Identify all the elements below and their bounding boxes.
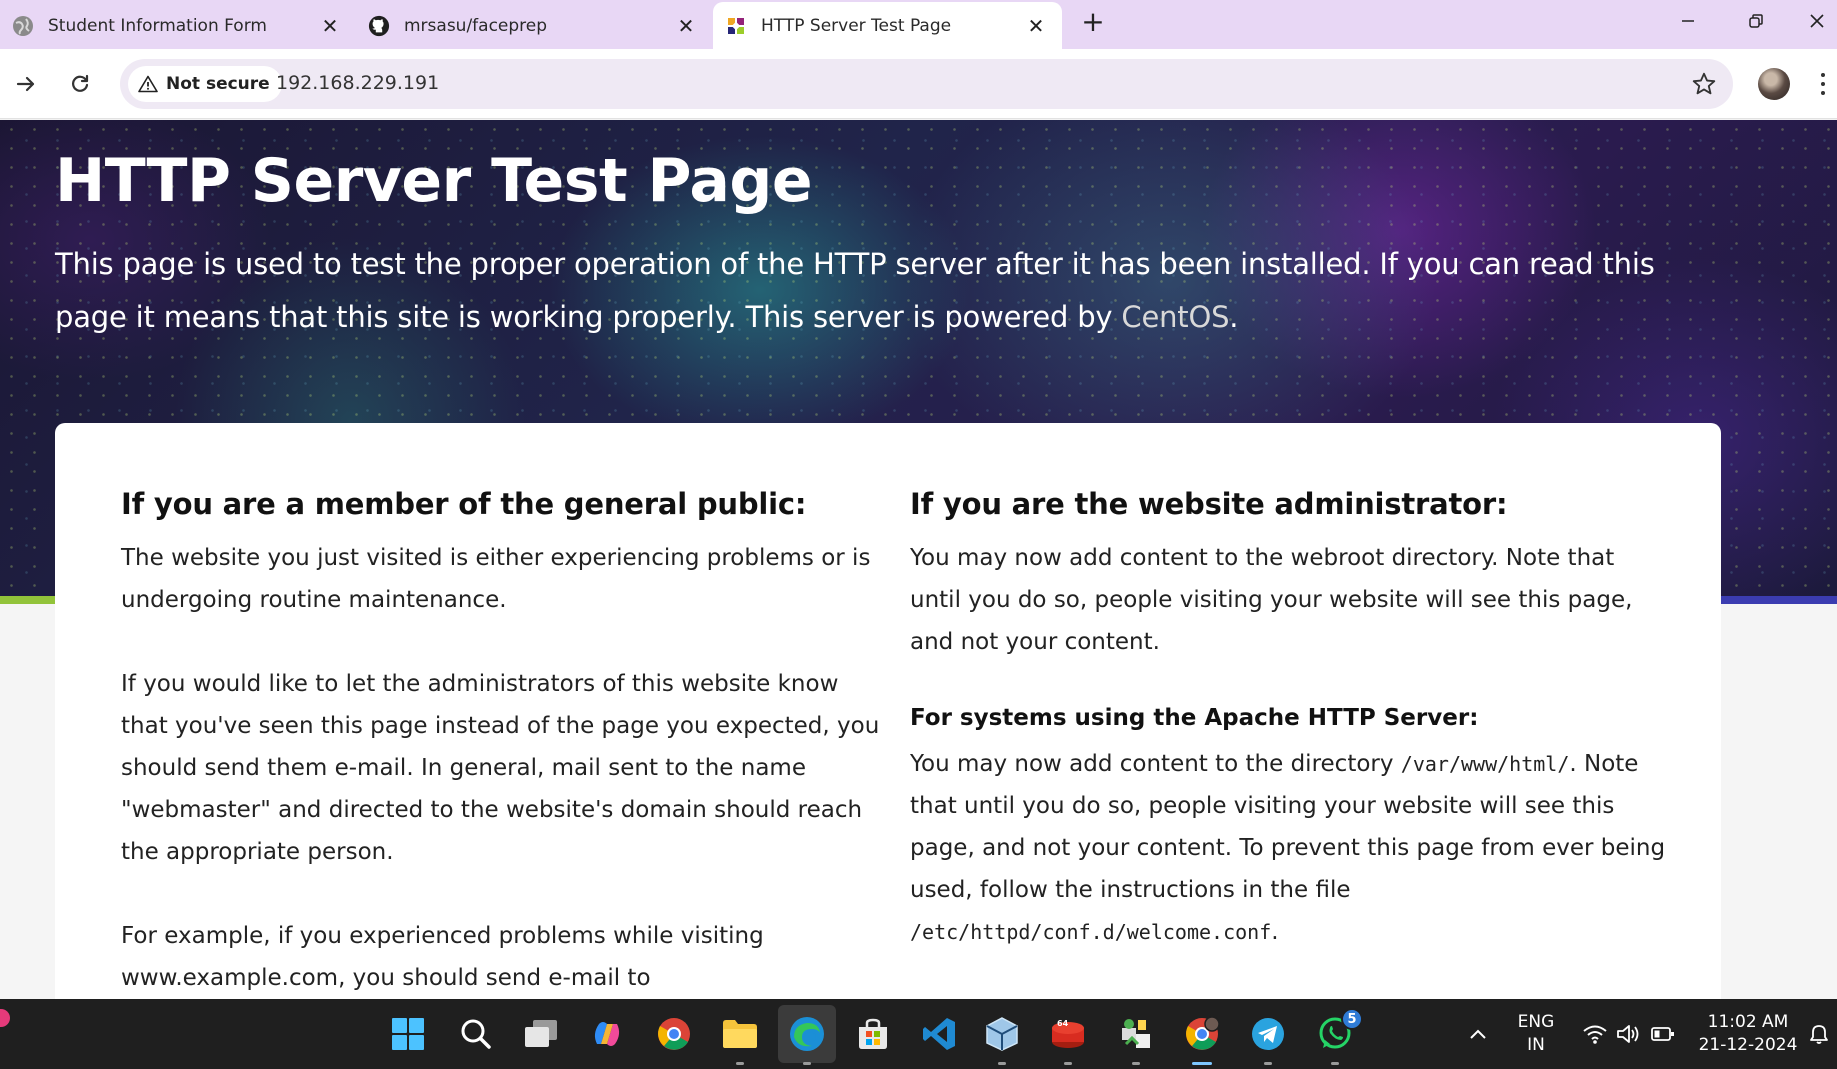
forward-button[interactable] bbox=[8, 66, 44, 102]
virtualbox-icon[interactable] bbox=[980, 1012, 1024, 1065]
paragraph: The website you just visited is either e… bbox=[121, 545, 871, 613]
browser-menu-icon[interactable] bbox=[1816, 69, 1830, 99]
code-path: /etc/httpd/conf.d/welcome.conf bbox=[910, 920, 1272, 944]
telegram-icon[interactable] bbox=[1246, 1012, 1290, 1065]
url-text[interactable]: 192.168.229.191 bbox=[276, 72, 439, 94]
minimize-button[interactable] bbox=[1660, 0, 1716, 42]
paragraph: You may now add content to the webroot d… bbox=[910, 545, 1633, 655]
profile-avatar[interactable] bbox=[1758, 68, 1790, 100]
windows-taskbar: 64 5 ENG IN 11:02 AM 21-12-2024 bbox=[0, 999, 1837, 1069]
clock-time: 11:02 AM bbox=[1707, 1012, 1789, 1032]
restore-icon bbox=[1749, 14, 1763, 28]
bookmark-star-icon[interactable] bbox=[1691, 71, 1717, 97]
address-bar[interactable]: Not secure 192.168.229.191 bbox=[120, 59, 1733, 109]
content-card: If you are a member of the general publi… bbox=[55, 423, 1721, 999]
globe-icon bbox=[12, 15, 34, 37]
close-window-button[interactable] bbox=[1796, 0, 1837, 42]
new-tab-button[interactable]: + bbox=[1078, 8, 1108, 38]
running-indicator bbox=[736, 1062, 744, 1065]
admin-section: If you are the website administrator: Yo… bbox=[910, 487, 1670, 995]
tab-student-information-form[interactable]: Student Information Form ✕ bbox=[0, 2, 356, 49]
lead-end: . bbox=[1229, 300, 1239, 334]
tab-title: mrsasu/faceprep bbox=[404, 15, 548, 36]
battery-icon[interactable] bbox=[1646, 1012, 1680, 1056]
centos-link[interactable]: CentOS bbox=[1121, 300, 1229, 334]
centos-icon bbox=[725, 15, 747, 37]
restore-button[interactable] bbox=[1728, 0, 1784, 42]
minimize-icon bbox=[1682, 20, 1694, 22]
copilot-icon[interactable] bbox=[585, 1012, 629, 1056]
notification-badge: 5 bbox=[1341, 1008, 1363, 1030]
region-code: IN bbox=[1527, 1035, 1545, 1055]
language-code: ENG bbox=[1517, 1012, 1555, 1032]
running-indicator bbox=[1331, 1062, 1339, 1065]
close-icon bbox=[1809, 14, 1824, 28]
warning-icon bbox=[138, 75, 158, 93]
lead-text: This page is used to test the proper ope… bbox=[55, 247, 1655, 334]
redis-icon[interactable]: 64 bbox=[1046, 1012, 1090, 1065]
tab-title: HTTP Server Test Page bbox=[761, 15, 952, 36]
wifi-icon[interactable] bbox=[1578, 1012, 1612, 1056]
page-title: HTTP Server Test Page bbox=[55, 146, 813, 216]
code-path: /var/www/html/ bbox=[1400, 752, 1570, 776]
running-indicator bbox=[1192, 1062, 1212, 1065]
public-section: If you are a member of the general publi… bbox=[121, 487, 881, 999]
tab-strip: Student Information Form ✕ mrsasu/facepr… bbox=[0, 0, 1837, 49]
page-lead: This page is used to test the proper ope… bbox=[55, 238, 1715, 344]
browser-toolbar: Not secure 192.168.229.191 bbox=[0, 49, 1837, 119]
file-explorer-icon[interactable] bbox=[718, 1012, 762, 1065]
notification-center-icon[interactable] bbox=[1802, 1012, 1836, 1056]
text-segment: . bbox=[1271, 919, 1279, 945]
chrome-icon[interactable] bbox=[652, 1012, 696, 1056]
whatsapp-icon[interactable]: 5 bbox=[1313, 1008, 1363, 1065]
language-indicator[interactable]: ENG IN bbox=[1508, 1011, 1564, 1057]
running-indicator bbox=[1064, 1062, 1072, 1065]
section-heading: If you are the website administrator: bbox=[910, 487, 1508, 521]
network-app-icon[interactable] bbox=[1114, 1012, 1158, 1065]
chevron-up-icon[interactable] bbox=[1458, 1012, 1498, 1056]
running-indicator bbox=[803, 1062, 811, 1065]
hero-accent-stripe bbox=[1720, 596, 1837, 604]
tab-http-server-test-page[interactable]: HTTP Server Test Page ✕ bbox=[713, 2, 1062, 49]
start-icon[interactable] bbox=[386, 1012, 430, 1056]
paragraph: If you would like to let the administrat… bbox=[121, 671, 880, 865]
subsection-heading: For systems using the Apache HTTP Server… bbox=[910, 705, 1479, 731]
arrow-right-icon bbox=[16, 76, 35, 92]
widgets-notification-icon[interactable] bbox=[0, 1009, 10, 1027]
paragraph: You may now add content to the directory… bbox=[910, 743, 1670, 953]
search-icon[interactable] bbox=[454, 1012, 498, 1056]
reload-button[interactable] bbox=[62, 66, 98, 102]
close-tab-icon[interactable]: ✕ bbox=[318, 14, 342, 38]
clock[interactable]: 11:02 AM 21-12-2024 bbox=[1690, 1011, 1806, 1057]
paragraph: For example, if you experienced problems… bbox=[121, 923, 764, 991]
security-label: Not secure bbox=[166, 74, 270, 94]
section-heading: If you are a member of the general publi… bbox=[121, 487, 807, 521]
running-indicator bbox=[1132, 1062, 1140, 1065]
chrome-profile-icon[interactable] bbox=[1180, 1012, 1224, 1065]
github-icon bbox=[368, 15, 390, 37]
vscode-icon[interactable] bbox=[917, 1012, 961, 1056]
running-indicator bbox=[1264, 1062, 1272, 1065]
tab-mrsasu-faceprep[interactable]: mrsasu/faceprep ✕ bbox=[356, 2, 712, 49]
text-segment: You may now add content to the directory bbox=[910, 751, 1401, 777]
task-view-icon[interactable] bbox=[519, 1012, 563, 1056]
web-content: HTTP Server Test Page This page is used … bbox=[0, 120, 1837, 999]
microsoft-store-icon[interactable] bbox=[851, 1012, 895, 1056]
svg-text:64: 64 bbox=[1057, 1019, 1069, 1028]
close-tab-icon[interactable]: ✕ bbox=[674, 14, 698, 38]
security-indicator[interactable]: Not secure bbox=[128, 66, 282, 102]
close-tab-icon[interactable]: ✕ bbox=[1024, 14, 1048, 38]
clock-date: 21-12-2024 bbox=[1698, 1035, 1798, 1055]
tab-title: Student Information Form bbox=[48, 15, 267, 36]
reload-icon bbox=[72, 74, 89, 92]
edge-icon[interactable] bbox=[778, 1005, 836, 1065]
volume-icon[interactable] bbox=[1612, 1012, 1646, 1056]
hero-accent-stripe bbox=[0, 596, 56, 604]
running-indicator bbox=[998, 1062, 1006, 1065]
